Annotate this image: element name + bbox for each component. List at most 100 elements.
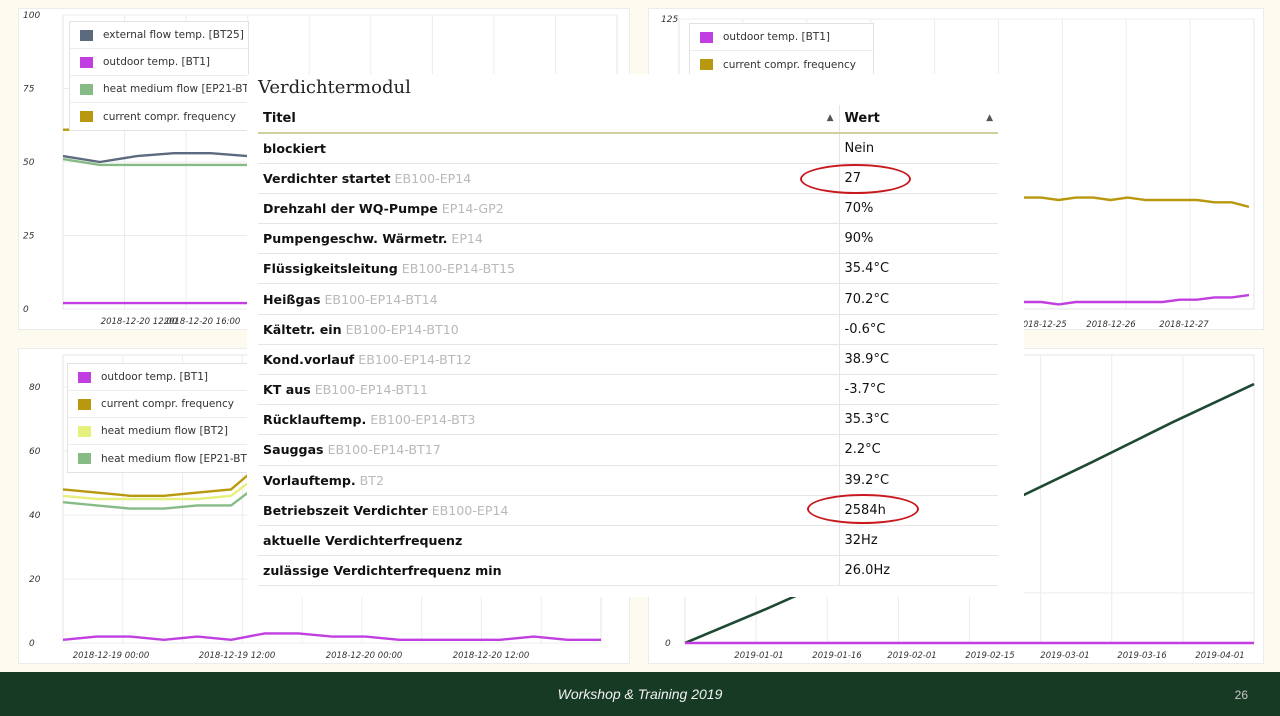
y-tick-label: 40 [29, 511, 41, 521]
legend-item[interactable]: current compr. frequency [70, 103, 248, 130]
table-row: Sauggas EB100-EP14-BT17 2.2°C [258, 434, 998, 466]
series-line [62, 632, 601, 641]
legend-swatch [78, 453, 91, 464]
y-tick-label: 50 [23, 158, 35, 168]
x-tick-label: 2019-03-01 [1040, 651, 1089, 661]
y-tick-label: 80 [29, 383, 41, 393]
chart-legend: external flow temp. [BT25] outdoor temp. … [69, 21, 260, 131]
table-row: Verdichter startet EB100-EP14 27 [258, 163, 998, 194]
verdichtermodul-card: Verdichtermodul Titel ▲ Wert ▲ blockiert Ne… [247, 74, 1024, 597]
verdichter-table: Titel ▲ Wert ▲ blockiert Nein Verdichter sta… [258, 105, 998, 587]
footer-title: Workshop & Training 2019 [557, 686, 723, 702]
legend-swatch [80, 111, 93, 122]
row-label: Heißgas [263, 291, 321, 307]
legend-label: current compr. frequency [723, 58, 856, 71]
row-value: 2584h [839, 495, 998, 526]
x-tick-label: 2018-12-27 [1159, 320, 1209, 330]
y-tick-label: 60 [29, 447, 41, 457]
sort-icon[interactable]: ▲ [986, 113, 993, 123]
x-tick-label: 2019-01-01 [734, 651, 783, 661]
row-value: 70.2°C [839, 283, 998, 315]
row-value: -0.6°C [839, 314, 998, 345]
row-label: blockiert [263, 140, 326, 156]
column-header-wert[interactable]: Wert ▲ [839, 105, 998, 134]
row-value: 27 [839, 163, 998, 194]
legend-swatch [700, 31, 713, 43]
row-value: 35.4°C [839, 253, 998, 285]
legend-label: heat medium flow [EP21-BT2] [101, 452, 258, 465]
row-code: EB100-EP14 [394, 170, 472, 186]
y-tick-label: 20 [29, 575, 41, 585]
row-label: aktuelle Verdichterfrequenz [263, 533, 463, 549]
legend-swatch [78, 398, 91, 410]
row-label: Kältetr. ein [263, 321, 342, 337]
row-label: Vorlauftemp. [263, 472, 356, 488]
y-tick-label: 0 [29, 639, 35, 649]
legend-item[interactable]: current compr. frequency [68, 391, 248, 418]
row-label: Flüssigkeitsleitung [263, 261, 398, 277]
x-tick-label: 2019-02-01 [887, 651, 936, 661]
slide-footer: Workshop & Training 2019 26 [0, 672, 1280, 716]
legend-item[interactable]: heat medium flow [BT2] [68, 418, 248, 445]
table-row: Flüssigkeitsleitung EB100-EP14-BT15 35.4°C [258, 253, 998, 285]
legend-item[interactable]: outdoor temp. [BT1] [70, 49, 248, 76]
row-title: zulässige Verdichterfrequenz min [258, 555, 840, 587]
legend-label: heat medium flow [BT2] [101, 425, 228, 437]
x-tick-label: 2018-12-20 16:00 [164, 317, 241, 327]
x-tick-label: 2019-04-01 [1195, 651, 1244, 661]
legend-label: current compr. frequency [101, 398, 234, 410]
row-title: Sauggas EB100-EP14-BT17 [258, 434, 840, 466]
row-title: Flüssigkeitsleitung EB100-EP14-BT15 [258, 253, 840, 285]
legend-swatch [80, 29, 93, 41]
x-tick-label: 2018-12-19 12:00 [199, 651, 276, 661]
x-tick-label: 2019-02-15 [965, 651, 1014, 661]
legend-swatch [80, 83, 93, 95]
legend-label: outdoor temp. [BT1] [103, 56, 210, 68]
legend-swatch [700, 59, 713, 70]
row-value: 35.3°C [839, 404, 998, 436]
row-label: Drehzahl der WQ-Pumpe [263, 200, 438, 216]
y-tick-label: 75 [23, 85, 35, 95]
legend-item[interactable]: heat medium flow [EP21-BT2] [70, 76, 260, 103]
y-tick-label: 100 [23, 11, 40, 21]
table-header-row: Titel ▲ Wert ▲ [258, 105, 998, 134]
row-value: 2.2°C [839, 434, 998, 466]
table-row: Drehzahl der WQ-Pumpe EP14-GP2 70% [258, 193, 998, 225]
column-header-label: Wert [844, 111, 880, 126]
sort-icon[interactable]: ▲ [827, 113, 834, 123]
row-value: 38.9°C [839, 344, 998, 376]
row-title: Pumpengeschw. Wärmetr. EP14 [258, 223, 840, 255]
x-tick-label: 2018-12-25 [1017, 320, 1066, 330]
series-line [1024, 293, 1250, 306]
table-row: aktuelle Verdichterfrequenz 32Hz [258, 525, 998, 557]
legend-item[interactable]: outdoor temp. [BT1] [690, 24, 873, 51]
row-value: -3.7°C [839, 374, 998, 406]
row-title: aktuelle Verdichterfrequenz [258, 525, 840, 557]
column-header-label: Titel [263, 111, 296, 126]
y-tick-label: 0 [23, 305, 29, 315]
y-tick-label: 125 [661, 15, 678, 25]
row-title: Kältetr. ein EB100-EP14-BT10 [258, 314, 840, 345]
row-value: 39.2°C [839, 465, 998, 496]
row-label: Sauggas [263, 442, 324, 458]
row-label: KT aus [263, 382, 311, 398]
row-value: 70% [839, 193, 998, 225]
legend-item[interactable]: external flow temp. [BT25] [70, 22, 248, 49]
table-row: Betriebszeit Verdichter EB100-EP14 2584h [258, 495, 998, 526]
legend-item[interactable]: outdoor temp. [BT1] [68, 364, 248, 391]
legend-item[interactable]: heat medium flow [EP21-BT2] [68, 445, 258, 472]
column-header-titel[interactable]: Titel ▲ [258, 105, 840, 134]
row-code: EP14 [451, 231, 483, 247]
legend-swatch [78, 371, 91, 383]
row-value: Nein [839, 133, 998, 164]
row-title: Rücklauftemp. EB100-EP14-BT3 [258, 404, 840, 436]
row-label: Rücklauftemp. [263, 412, 367, 428]
row-title: KT aus EB100-EP14-BT11 [258, 374, 840, 406]
legend-label: outdoor temp. [BT1] [723, 31, 830, 43]
legend-label: heat medium flow [EP21-BT2] [103, 83, 260, 95]
row-code: EB100-EP14-BT3 [370, 412, 476, 428]
series-line [1024, 196, 1250, 209]
x-tick-label: 2019-01-16 [812, 651, 862, 661]
legend-label: current compr. frequency [103, 110, 236, 123]
table-row: zulässige Verdichterfrequenz min 26.0Hz [258, 555, 998, 587]
